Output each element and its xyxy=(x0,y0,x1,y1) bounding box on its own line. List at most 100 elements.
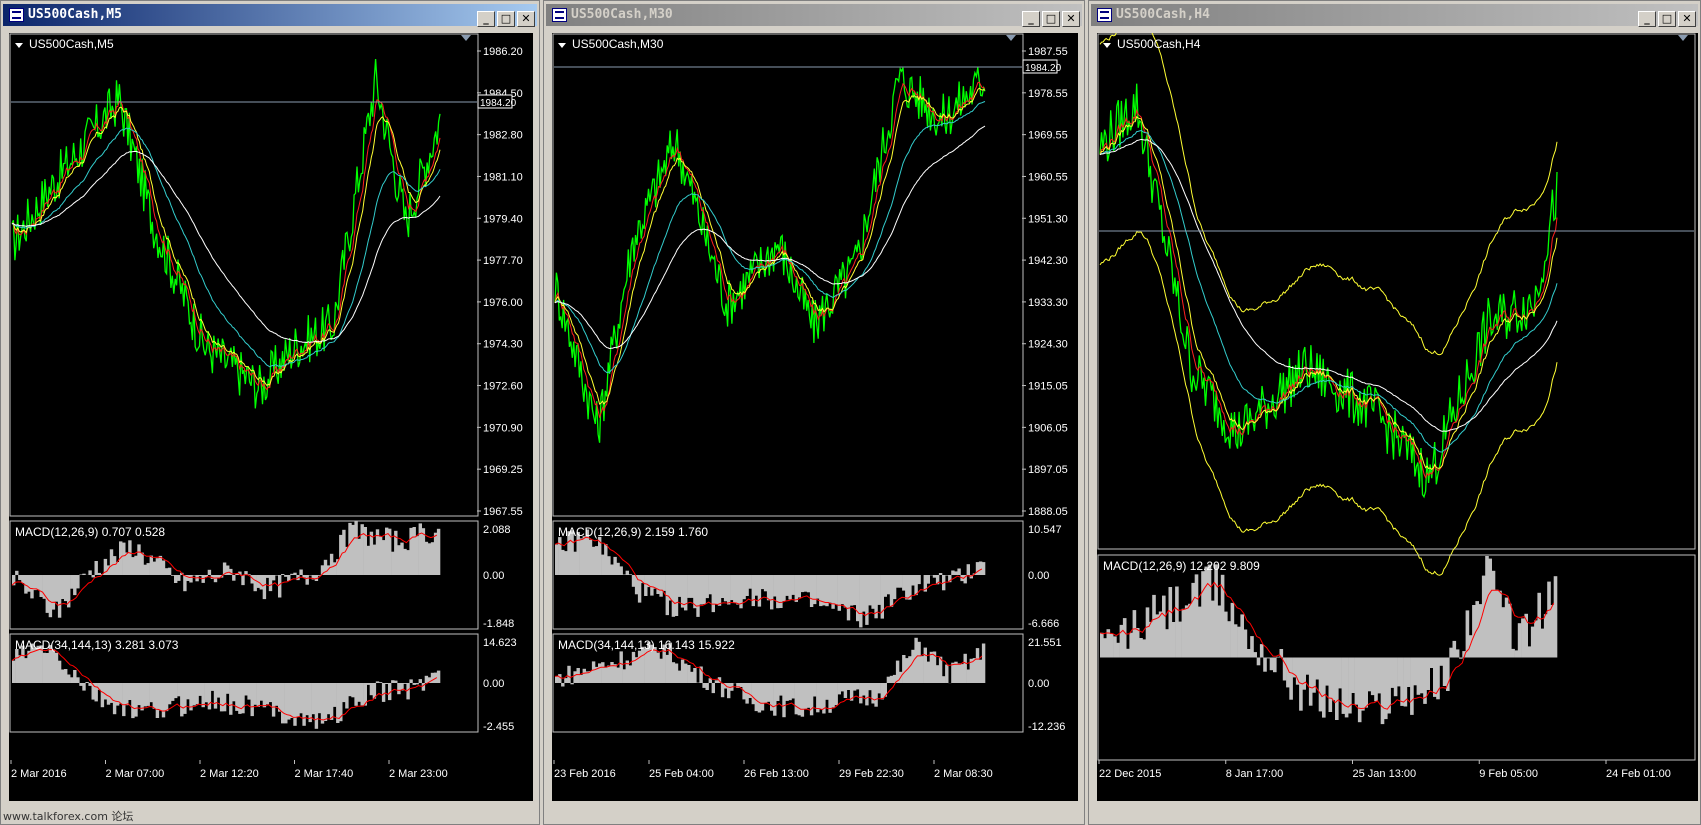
minimize-button[interactable]: _ xyxy=(1022,11,1040,27)
histogram-bar xyxy=(415,536,419,575)
histogram-bar xyxy=(1250,636,1254,658)
histogram-bar xyxy=(1351,657,1355,693)
maximize-button[interactable]: □ xyxy=(1042,11,1060,27)
price-tick-label: 1976.00 xyxy=(483,297,523,309)
histogram-bar xyxy=(204,683,208,703)
window-titlebar[interactable]: US500Cash,M30 _ □ ✕ xyxy=(546,4,1082,27)
histogram-bar xyxy=(378,682,383,683)
histogram-bar xyxy=(259,575,263,590)
chart-area[interactable]: US500Cash,H4 MACD(12,26,9) 12.202 9.809 22… xyxy=(1097,33,1698,801)
histogram-bar xyxy=(871,575,875,609)
histogram-bar xyxy=(834,683,838,706)
histogram-bar xyxy=(1491,570,1496,658)
histogram-bar xyxy=(311,683,315,715)
histogram-bar xyxy=(567,665,571,683)
histogram-bar xyxy=(1256,657,1261,666)
macd-tick-label: -2.455 xyxy=(483,721,514,733)
histogram-bar xyxy=(1455,649,1460,658)
histogram-bar xyxy=(748,575,752,589)
histogram-bar xyxy=(1508,603,1512,658)
histogram-bar xyxy=(403,683,407,684)
histogram-bar xyxy=(1354,657,1359,705)
chart-window-m30[interactable]: US500Cash,M30 _ □ ✕ US500Cash,M30 1987.55 19… xyxy=(543,0,1085,825)
histogram-bar xyxy=(1335,657,1339,720)
histogram-bar xyxy=(763,575,768,592)
histogram-bar xyxy=(1109,633,1114,658)
histogram-bar xyxy=(622,574,626,575)
histogram-bar xyxy=(616,667,620,683)
histogram-bar xyxy=(232,683,236,702)
window-title: US500Cash,M30 xyxy=(571,7,673,22)
histogram-bar xyxy=(39,575,43,597)
maximize-button[interactable]: □ xyxy=(1658,11,1676,27)
histogram-bar xyxy=(751,575,755,607)
histogram-bar xyxy=(64,575,68,602)
histogram-bar xyxy=(1276,656,1280,658)
histogram-bar xyxy=(1429,657,1434,668)
minimize-button[interactable]: _ xyxy=(477,11,495,27)
close-button[interactable]: ✕ xyxy=(1062,11,1080,27)
close-button[interactable]: ✕ xyxy=(1678,11,1696,27)
histogram-bar xyxy=(892,575,897,600)
histogram-bar xyxy=(1132,610,1137,658)
macd-tick-label: 10.547 xyxy=(1028,524,1062,536)
histogram-bar xyxy=(770,575,774,610)
histogram-bar xyxy=(1237,626,1241,658)
histogram-bar xyxy=(424,675,429,683)
histogram-bar xyxy=(1481,575,1486,658)
histogram-bar xyxy=(926,661,930,683)
histogram-bar xyxy=(1263,657,1267,672)
histogram-bar xyxy=(436,670,441,683)
histogram-bar xyxy=(183,575,187,592)
histogram-bar xyxy=(1308,657,1313,706)
histogram-bar xyxy=(837,683,841,695)
histogram-bar xyxy=(137,544,141,575)
macd-tick-label: 0.00 xyxy=(483,570,504,582)
histogram-bar xyxy=(644,575,648,596)
histogram-bar xyxy=(674,663,679,683)
histogram-bar xyxy=(12,660,16,683)
histogram-bar xyxy=(1214,564,1218,658)
chart-area[interactable]: US500Cash,M51986.201984.501982.801981.10… xyxy=(9,33,533,801)
histogram-bar xyxy=(177,575,181,581)
histogram-bar xyxy=(754,575,758,596)
histogram-bar xyxy=(1419,657,1424,694)
histogram-bar xyxy=(846,683,851,690)
price-tick-label: 1897.05 xyxy=(1028,464,1068,476)
histogram-bar xyxy=(797,575,801,598)
chart-window-m5[interactable]: US500Cash,M5 _ □ ✕ US500Cash,M5 1986.20 1984… xyxy=(0,0,540,825)
histogram-bar xyxy=(357,538,361,575)
chart-window-h4[interactable]: US500Cash,H4 _ □ ✕ US500Cash,H4 MACD(12,26,… xyxy=(1088,0,1701,825)
histogram-bar xyxy=(702,575,706,605)
histogram-bar xyxy=(1410,657,1414,715)
histogram-bar xyxy=(433,532,438,575)
histogram-bar xyxy=(954,661,958,683)
histogram-bar xyxy=(1318,657,1323,712)
maximize-button[interactable]: □ xyxy=(497,11,515,27)
histogram-bar xyxy=(1367,657,1372,692)
histogram-bar xyxy=(372,544,377,575)
histogram-bar xyxy=(702,683,706,688)
histogram-bar xyxy=(868,575,872,606)
histogram-bar xyxy=(100,683,105,708)
histogram-bar xyxy=(794,575,798,602)
histogram-bar xyxy=(305,683,309,716)
histogram-bar xyxy=(213,575,218,583)
price-tick-label: 1924.30 xyxy=(1028,339,1068,351)
histogram-bar xyxy=(73,670,77,683)
histogram-bar xyxy=(79,574,83,575)
histogram-bar xyxy=(1253,652,1257,658)
histogram-bar xyxy=(125,683,129,706)
window-titlebar[interactable]: US500Cash,M5 _ □ ✕ xyxy=(3,4,537,27)
chart-area[interactable]: US500Cash,M30 1987.55 1978.55 1969.55 1960.5… xyxy=(552,33,1078,801)
minimize-button[interactable]: _ xyxy=(1638,11,1656,27)
close-button[interactable]: ✕ xyxy=(517,11,535,27)
histogram-bar xyxy=(637,650,642,683)
histogram-bar xyxy=(152,561,156,575)
histogram-bar xyxy=(1504,597,1509,658)
histogram-bar xyxy=(1178,621,1182,658)
histogram-bar xyxy=(1191,582,1195,658)
window-titlebar[interactable]: US500Cash,H4 _ □ ✕ xyxy=(1091,4,1698,27)
histogram-bar xyxy=(831,683,835,708)
histogram-bar xyxy=(131,683,135,719)
